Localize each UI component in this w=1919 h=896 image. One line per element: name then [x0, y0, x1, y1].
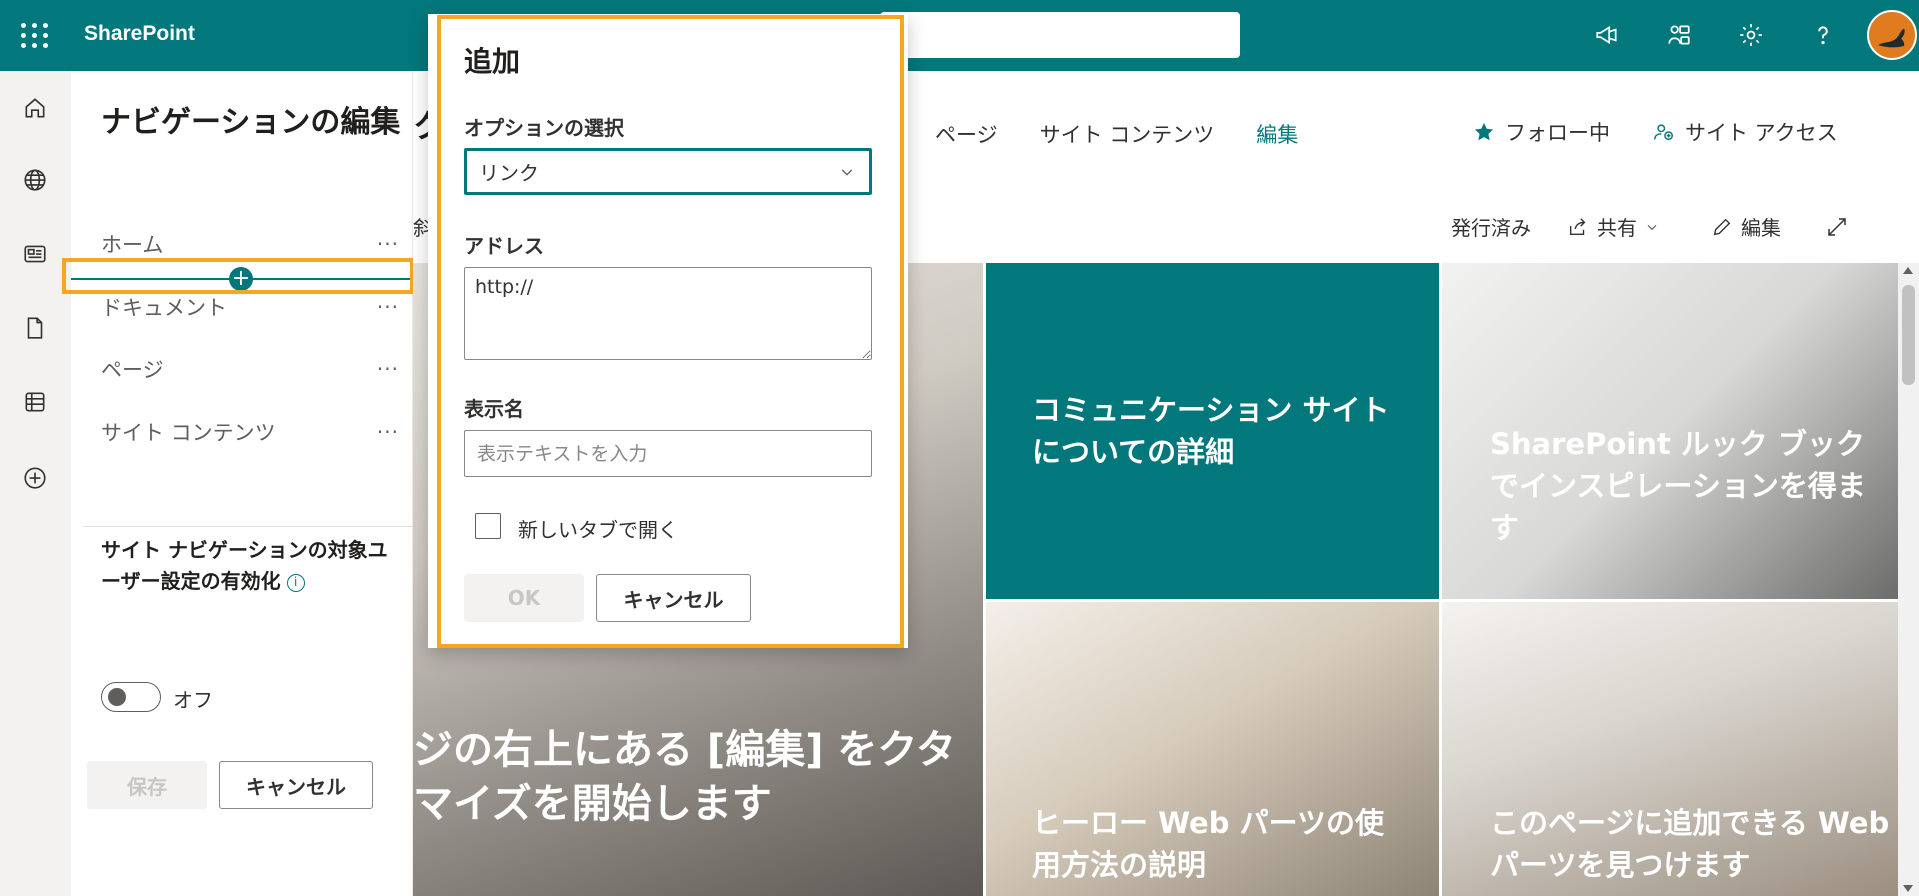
nav-edit-panel: ナビゲーションの編集 ホーム ··· + ドキュメント ··· ページ ··· … — [71, 71, 413, 896]
hero-tile-web-parts[interactable]: このページに追加できる Web パーツを見つけます — [1442, 602, 1898, 896]
settings-gear-icon[interactable] — [1715, 14, 1787, 56]
nav-item-home[interactable]: ホーム ··· — [101, 226, 401, 262]
audience-targeting-text: サイト ナビゲーションの対象ユーザー設定の有効化 — [101, 538, 388, 593]
hero-tile-how-to[interactable]: ヒーロー Web パーツの使用方法の説明 — [986, 602, 1439, 896]
home-icon[interactable] — [12, 85, 58, 131]
hero-tile-caption: コミュニケーション サイトについての詳細 — [1032, 393, 1390, 469]
display-name-input[interactable] — [464, 430, 872, 477]
published-status: 発行済み — [1451, 216, 1531, 240]
star-icon — [1474, 122, 1494, 141]
scroll-up-icon[interactable] — [1903, 267, 1913, 274]
globe-icon[interactable] — [12, 157, 58, 203]
share-label: 共有 — [1597, 216, 1637, 240]
hero-tile-learn[interactable]: コミュニケーション サイトについての詳細 — [986, 263, 1439, 599]
nav-item-label: ドキュメント — [101, 296, 227, 320]
nav-item-label: ページ — [101, 358, 164, 382]
hero-tile-caption: このページに追加できる Web パーツを見つけます — [1490, 806, 1890, 882]
toggle-state-label: オフ — [173, 688, 213, 712]
address-field[interactable]: http:// — [464, 267, 872, 360]
edit-label: 編集 — [1741, 216, 1781, 240]
site-nav-site-contents[interactable]: サイト コンテンツ — [1040, 119, 1215, 149]
hero-tile-caption: ヒーロー Web パーツの使用方法の説明 — [1032, 806, 1384, 882]
display-name-label: 表示名 — [464, 397, 524, 421]
hero-tile-caption: SharePoint ルック ブックでインスピレーションを得ます — [1490, 427, 1866, 545]
audience-targeting-toggle[interactable] — [101, 682, 161, 712]
share-icon — [1569, 217, 1586, 235]
site-nav-pages[interactable]: ページ — [935, 119, 998, 149]
suite-icons — [1571, 14, 1859, 56]
search-box[interactable] — [880, 12, 1240, 58]
chevron-down-icon — [841, 169, 853, 176]
app-name[interactable]: SharePoint — [84, 22, 195, 46]
pencil-icon — [1713, 218, 1731, 235]
more-options-icon[interactable]: ··· — [377, 357, 401, 381]
site-access-label: サイト アクセス — [1685, 121, 1838, 145]
option-select-value: リンク — [479, 161, 539, 185]
nav-item-label: ホーム — [101, 233, 164, 257]
expand-icon — [1828, 217, 1846, 236]
more-options-icon[interactable]: ··· — [377, 232, 401, 256]
add-link-plus-icon[interactable]: + — [229, 267, 253, 291]
hero-tile-caption: ジの右上にある [編集] をクタマイズを開始します — [413, 727, 956, 827]
audience-targeting-label: サイト ナビゲーションの対象ユーザー設定の有効化 i — [101, 535, 401, 597]
add-circle-icon[interactable] — [12, 455, 58, 501]
megaphone-icon[interactable] — [1571, 14, 1643, 56]
site-nav-edit[interactable]: 編集 — [1256, 119, 1298, 149]
edit-button[interactable]: 編集 — [1711, 212, 1781, 241]
nav-item-documents[interactable]: ドキュメント ··· — [101, 289, 401, 325]
nav-item-pages[interactable]: ページ ··· — [101, 351, 401, 387]
expand-button[interactable] — [1825, 215, 1849, 239]
new-tab-checkbox[interactable] — [475, 513, 501, 539]
avatar[interactable] — [1867, 10, 1917, 60]
list-icon[interactable] — [12, 379, 58, 425]
ok-button[interactable]: OK — [464, 574, 584, 622]
app-bar — [0, 71, 71, 896]
scroll-thumb[interactable] — [1902, 285, 1915, 385]
scroll-down-icon[interactable] — [1903, 885, 1913, 892]
site-access-button[interactable]: サイト アクセス — [1653, 117, 1838, 147]
dialog-title: 追加 — [464, 45, 521, 78]
option-select[interactable]: リンク — [464, 148, 872, 195]
follow-button[interactable]: フォロー中 — [1473, 117, 1610, 147]
app-launcher-icon[interactable] — [18, 18, 52, 52]
document-icon[interactable] — [12, 305, 58, 351]
info-icon[interactable]: i — [286, 573, 305, 592]
follow-label: フォロー中 — [1505, 121, 1610, 145]
site-nav: ページ サイト コンテンツ 編集 — [935, 119, 1340, 149]
option-label: オプションの選択 — [464, 116, 624, 140]
share-button[interactable]: 共有 — [1567, 212, 1659, 241]
nav-item-label: サイト コンテンツ — [101, 421, 276, 445]
chevron-down-icon — [1647, 224, 1657, 230]
more-options-icon[interactable]: ··· — [377, 420, 401, 444]
suite-bar: SharePoint — [0, 0, 1919, 71]
command-bar: 発行済み 共有 編集 — [1451, 212, 1849, 241]
hero-tile-lookbook[interactable]: SharePoint ルック ブックでインスピレーションを得ます — [1442, 263, 1898, 599]
more-options-icon[interactable]: ··· — [377, 295, 401, 319]
cancel-button[interactable]: キャンセル — [219, 761, 373, 809]
help-question-icon[interactable] — [1787, 14, 1859, 56]
address-label: アドレス — [464, 234, 544, 258]
toggle-knob — [108, 688, 126, 706]
vertical-scrollbar[interactable] — [1898, 263, 1919, 896]
panel-title: ナビゲーションの編集 — [101, 105, 401, 140]
people-connect-icon[interactable] — [1643, 14, 1715, 56]
divider — [83, 526, 413, 527]
news-icon[interactable] — [12, 231, 58, 277]
site-access-icon — [1654, 124, 1673, 141]
new-tab-label: 新しいタブで開く — [518, 518, 678, 542]
dialog-cancel-button[interactable]: キャンセル — [596, 574, 751, 622]
save-button[interactable]: 保存 — [87, 761, 207, 809]
nav-item-site-contents[interactable]: サイト コンテンツ ··· — [101, 414, 401, 450]
